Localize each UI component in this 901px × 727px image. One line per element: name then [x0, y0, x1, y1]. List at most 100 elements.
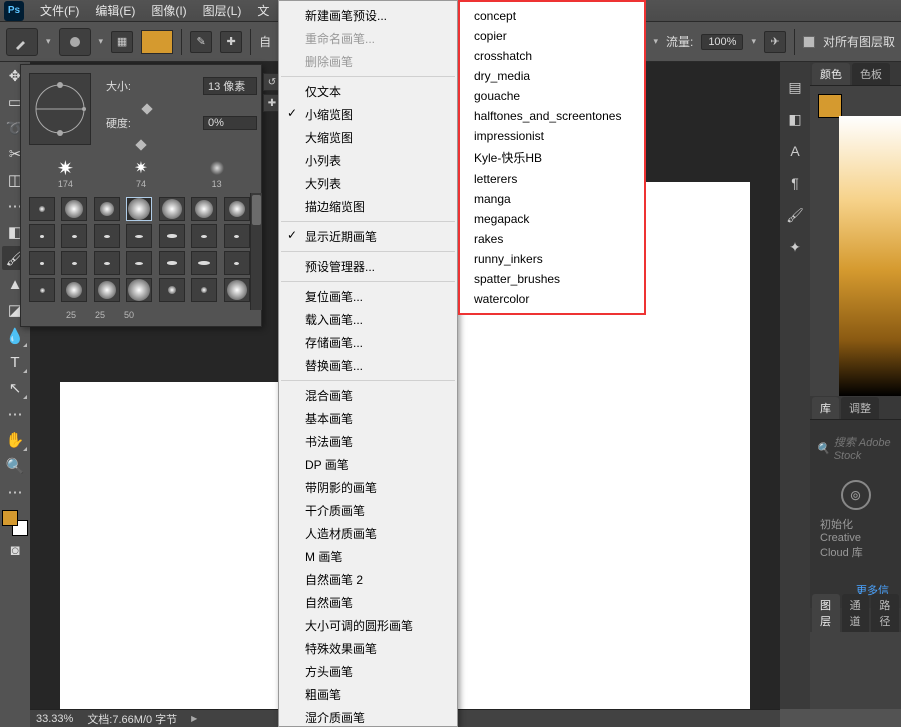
blur-tool[interactable]: 💧 — [2, 324, 28, 348]
menu-item[interactable]: 小列表 — [279, 149, 457, 172]
brushes-icon[interactable]: ✦ — [784, 236, 806, 258]
brush-tile[interactable] — [224, 278, 250, 302]
menu-item[interactable]: 替换画笔... — [279, 354, 457, 377]
scrollbar[interactable] — [250, 193, 262, 310]
tab-paths[interactable]: 路径 — [871, 594, 899, 632]
chevron-down-icon[interactable]: ▾ — [99, 36, 104, 47]
foreground-color[interactable] — [2, 510, 18, 526]
menu-file[interactable]: 文件(F) — [32, 2, 87, 19]
menu-item[interactable]: 书法画笔 — [279, 430, 457, 453]
load-icon[interactable]: ✚ — [220, 31, 242, 53]
tab-color[interactable]: 颜色 — [812, 63, 850, 85]
menu-item[interactable]: ✓小缩览图 — [279, 103, 457, 126]
submenu-item[interactable]: impressionist — [460, 126, 644, 146]
menu-item[interactable]: 仅文本 — [279, 80, 457, 103]
color-swatch[interactable] — [141, 30, 173, 54]
brush-tile[interactable] — [224, 224, 250, 248]
size-value[interactable]: 13 像素 — [203, 77, 257, 95]
submenu-item[interactable]: watercolor — [460, 289, 644, 309]
menu-item[interactable]: 载入画笔... — [279, 308, 457, 331]
brush-tile[interactable] — [126, 224, 152, 248]
menu-item[interactable]: 大缩览图 — [279, 126, 457, 149]
tab-layers[interactable]: 图层 — [812, 594, 840, 632]
brush-tile[interactable] — [29, 251, 55, 275]
brush-tile[interactable] — [126, 197, 152, 221]
type-tool[interactable]: T — [2, 350, 28, 374]
chevron-right-icon[interactable]: ▶ — [191, 714, 197, 723]
brush-tile[interactable] — [191, 251, 217, 275]
tab-libraries[interactable]: 库 — [812, 397, 839, 419]
brush-tile[interactable] — [159, 224, 185, 248]
brush-tile[interactable] — [94, 224, 120, 248]
menu-item[interactable]: 大小可调的圆形画笔 — [279, 614, 457, 637]
brush-tile[interactable] — [191, 224, 217, 248]
brush-tile[interactable] — [29, 224, 55, 248]
menu-item[interactable]: M 画笔 — [279, 545, 457, 568]
menu-item[interactable]: 方头画笔 — [279, 660, 457, 683]
character-icon[interactable]: A — [784, 140, 806, 162]
brush-tile[interactable] — [61, 278, 87, 302]
hand-tool[interactable]: ✋ — [2, 428, 28, 452]
brush-tile[interactable] — [224, 197, 250, 221]
brush-tile[interactable] — [29, 197, 55, 221]
color-picker[interactable] — [2, 510, 28, 536]
chevron-down-icon[interactable]: ▾ — [46, 36, 51, 47]
submenu-item[interactable]: letterers — [460, 169, 644, 189]
menu-layer[interactable]: 图层(L) — [195, 2, 250, 19]
brush-tile[interactable] — [126, 278, 152, 302]
tool[interactable]: ⋯ — [2, 480, 28, 504]
menu-edit[interactable]: 编辑(E) — [87, 2, 143, 19]
submenu-item[interactable]: dry_media — [460, 66, 644, 86]
submenu-item[interactable]: concept — [460, 6, 644, 26]
menu-item[interactable]: 干介质画笔 — [279, 499, 457, 522]
brush-tile[interactable] — [126, 251, 152, 275]
zoom-level[interactable]: 33.33% — [36, 713, 73, 725]
menu-item[interactable]: 复位画笔... — [279, 285, 457, 308]
doc-size[interactable]: 文档:7.66M/0 字节 — [87, 711, 177, 727]
submenu-item[interactable]: halftones_and_screentones — [460, 106, 644, 126]
hardness-value[interactable]: 0% — [203, 116, 257, 130]
submenu-item[interactable]: crosshatch — [460, 46, 644, 66]
brush-preset[interactable]: 13 — [180, 157, 253, 189]
menu-item[interactable]: 特殊效果画笔 — [279, 637, 457, 660]
submenu-item[interactable]: rakes — [460, 229, 644, 249]
airbrush-icon[interactable]: ✈ — [764, 31, 786, 53]
brush-tile[interactable] — [191, 278, 217, 302]
brush-tile[interactable] — [94, 278, 120, 302]
submenu-item[interactable]: runny_inkers — [460, 249, 644, 269]
tab-adjustments[interactable]: 调整 — [841, 397, 879, 419]
submenu-item[interactable]: megapack — [460, 209, 644, 229]
brush-tile[interactable] — [191, 197, 217, 221]
menu-item[interactable]: 基本画笔 — [279, 407, 457, 430]
brush-tile[interactable] — [159, 278, 185, 302]
menu-item[interactable]: DP 画笔 — [279, 453, 457, 476]
menu-item[interactable]: 粗画笔 — [279, 683, 457, 706]
color-foreground-swatch[interactable] — [818, 94, 842, 118]
all-layers-checkbox[interactable] — [803, 36, 815, 48]
properties-icon[interactable]: ◧ — [784, 108, 806, 130]
menu-item[interactable]: 预设管理器... — [279, 255, 457, 278]
color-strip[interactable] — [839, 116, 901, 396]
menu-item[interactable]: 湿介质画笔 — [279, 706, 457, 727]
chevron-down-icon[interactable]: ▾ — [751, 36, 756, 47]
brush-preset[interactable]: ✷74 — [105, 157, 178, 189]
submenu-item[interactable]: manga — [460, 189, 644, 209]
brush-tile[interactable] — [29, 278, 55, 302]
brush-tile[interactable] — [94, 197, 120, 221]
menu-image[interactable]: 图像(I) — [143, 2, 194, 19]
menu-item[interactable]: 大列表 — [279, 172, 457, 195]
tool[interactable]: ⋯ — [2, 402, 28, 426]
submenu-item[interactable]: gouache — [460, 86, 644, 106]
tab-swatches[interactable]: 色板 — [852, 63, 890, 85]
brush-tile[interactable] — [61, 251, 87, 275]
brush-panel-toggle-icon[interactable]: ▦ — [111, 31, 133, 53]
menu-item[interactable]: 自然画笔 — [279, 591, 457, 614]
tool-preset-picker[interactable] — [6, 28, 38, 56]
menu-item[interactable]: 描边缩览图 — [279, 195, 457, 218]
history-icon[interactable]: ▤ — [784, 76, 806, 98]
menu-item[interactable]: 存储画笔... — [279, 331, 457, 354]
tab-channels[interactable]: 通道 — [842, 594, 870, 632]
brush-tile[interactable] — [159, 251, 185, 275]
menu-item[interactable]: 混合画笔 — [279, 384, 457, 407]
brush-preset-picker[interactable] — [59, 28, 91, 56]
